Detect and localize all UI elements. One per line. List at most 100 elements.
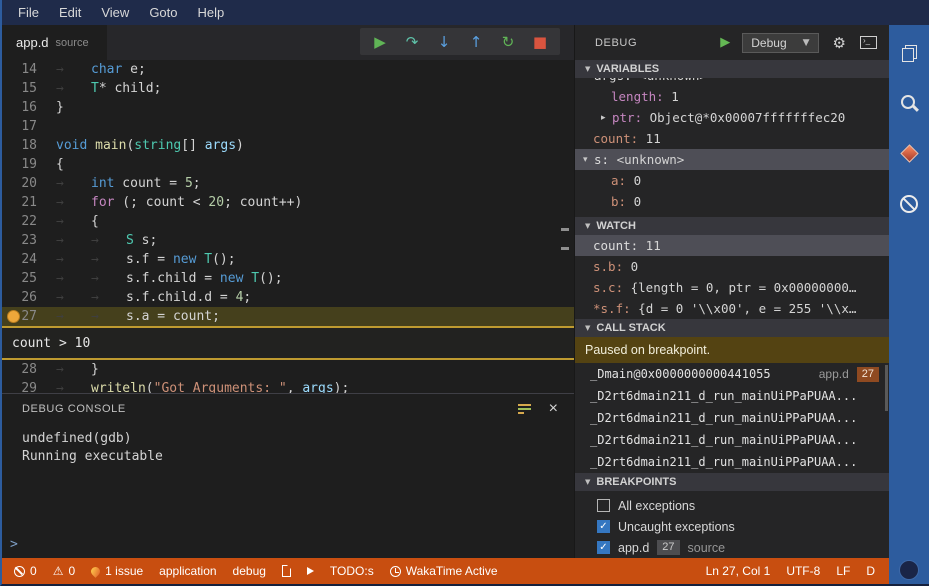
code-line[interactable]: 19 { <box>2 155 574 174</box>
code-line[interactable]: 17 <box>2 117 574 136</box>
variable-row[interactable]: ▾args: <unknown> <box>575 78 889 86</box>
statusbar-item[interactable]: application <box>151 558 224 584</box>
breakpoint-item[interactable]: All exceptions <box>575 495 889 516</box>
code-line[interactable]: 20 → int count = 5; <box>2 174 574 193</box>
line-number[interactable]: 20 <box>2 174 52 193</box>
debug-config-dropdown[interactable]: Debug ▼ <box>742 32 819 53</box>
code-area[interactable]: 14 → char e; 15 → T* child; 16} 17 18 void main(s… <box>2 60 574 393</box>
gem-icon[interactable] <box>899 144 919 163</box>
statusbar-item[interactable]: WakaTime Active <box>382 558 506 584</box>
repl-icon[interactable] <box>860 36 877 49</box>
filter-icon[interactable] <box>517 404 531 414</box>
variable-row[interactable]: b: 0 <box>575 191 889 212</box>
line-number[interactable]: 29 <box>2 379 52 393</box>
watch-section-header[interactable]: ▼ WATCH <box>575 217 889 235</box>
checkbox[interactable]: ✓ <box>597 520 610 533</box>
line-number[interactable]: 14 <box>2 60 52 79</box>
code-line[interactable]: 23 → → S s; <box>2 231 574 250</box>
line-number[interactable]: 22 <box>2 212 52 231</box>
breakpoints-section-header[interactable]: ▼ BREAKPOINTS <box>575 473 889 491</box>
statusbar-item[interactable]: TODO:s <box>322 558 382 584</box>
statusbar-item[interactable]: Ln 27, Col 1 <box>698 558 779 584</box>
chevron-down-icon[interactable]: ▾ <box>583 155 594 165</box>
statusbar-item[interactable]: LF <box>828 558 858 584</box>
code-line[interactable]: 14 → char e; <box>2 60 574 79</box>
chevron-down-icon[interactable]: ▾ <box>583 78 594 81</box>
search-icon[interactable] <box>900 95 918 112</box>
callstack-section-header[interactable]: ▼ CALL STACK <box>575 319 889 337</box>
variable-row[interactable]: length: 1 <box>575 86 889 107</box>
blocked-icon[interactable] <box>900 195 918 213</box>
breakpoint-condition-widget[interactable]: count > 10 <box>2 326 574 360</box>
status-circle-icon[interactable] <box>899 560 919 580</box>
variables-section-header[interactable]: ▼ VARIABLES <box>575 60 889 78</box>
close-icon[interactable]: × <box>549 401 558 417</box>
tab-app-d[interactable]: app.d source <box>2 25 107 60</box>
code-line[interactable]: 21 → for (; count < 20; count++) <box>2 193 574 212</box>
menu-item-help[interactable]: Help <box>188 2 235 23</box>
variable-row[interactable]: s.c: {length = 0, ptr = 0x00000000… <box>575 277 889 298</box>
variable-row[interactable]: count: 11 <box>575 235 889 256</box>
continue-icon[interactable]: ▶ <box>364 33 396 51</box>
code-line[interactable]: 27 → → s.a = count; <box>2 307 574 326</box>
files-icon[interactable] <box>901 45 917 62</box>
line-number[interactable]: 17 <box>2 117 52 136</box>
variable-row[interactable]: s.b: 0 <box>575 256 889 277</box>
scrollbar-thumb[interactable] <box>885 365 888 411</box>
statusbar-item[interactable]: UTF-8 <box>778 558 828 584</box>
line-number[interactable]: 28 <box>2 360 52 379</box>
line-number[interactable]: 26 <box>2 288 52 307</box>
line-number[interactable]: 16 <box>2 98 52 117</box>
statusbar-item[interactable] <box>274 558 299 584</box>
statusbar-item[interactable]: 0 <box>45 558 83 584</box>
checkbox[interactable]: ✓ <box>597 541 610 554</box>
line-number[interactable]: 25 <box>2 269 52 288</box>
statusbar-item[interactable] <box>299 558 322 584</box>
code-line[interactable]: 26 → → s.f.child.d = 4; <box>2 288 574 307</box>
variable-row[interactable]: ▾ s: <unknown> <box>575 149 889 170</box>
statusbar-item[interactable]: 0 <box>6 558 45 584</box>
gear-icon[interactable]: ⚙ <box>833 34 846 52</box>
menu-item-goto[interactable]: Goto <box>139 2 187 23</box>
stack-frame[interactable]: _D2rt6dmain211_d_run_mainUiPPaPUAA... <box>575 407 889 429</box>
menu-item-file[interactable]: File <box>8 2 49 23</box>
checkbox[interactable] <box>597 499 610 512</box>
step-out-icon[interactable]: ↑ <box>460 33 492 51</box>
code-line[interactable]: 29 → writeln("Got Arguments: ", args); <box>2 379 574 393</box>
code-line[interactable]: 16} <box>2 98 574 117</box>
statusbar-item[interactable]: 1 issue <box>83 558 151 584</box>
line-number[interactable]: 19 <box>2 155 52 174</box>
start-debugging-icon[interactable]: ▶ <box>720 35 730 50</box>
code-line[interactable]: 28 →} <box>2 360 574 379</box>
code-line[interactable]: 18 void main(string[] args) <box>2 136 574 155</box>
restart-icon[interactable]: ↻ <box>492 33 524 51</box>
line-number[interactable]: 15 <box>2 79 52 98</box>
stack-frame[interactable]: _D2rt6dmain211_d_run_mainUiPPaPUAA... <box>575 429 889 451</box>
line-number[interactable]: 23 <box>2 231 52 250</box>
variable-row[interactable]: ▸ ptr: Object@*0x00007fffffffec20 <box>575 107 889 128</box>
variable-row[interactable]: a: 0 <box>575 170 889 191</box>
step-into-icon[interactable]: ↓ <box>428 33 460 51</box>
menu-item-view[interactable]: View <box>91 2 139 23</box>
breakpoint-item[interactable]: ✓ app.d 27 source <box>575 537 889 558</box>
line-number[interactable]: 18 <box>2 136 52 155</box>
step-over-icon[interactable]: ↷ <box>396 33 428 51</box>
code-line[interactable]: 22 →{ <box>2 212 574 231</box>
code-line[interactable]: 15 → T* child; <box>2 79 574 98</box>
statusbar-item[interactable]: D <box>858 558 883 584</box>
stack-frame[interactable]: _D2rt6dmain211_d_run_mainUiPPaPUAA... <box>575 451 889 473</box>
line-number[interactable]: 24 <box>2 250 52 269</box>
console-prompt-input[interactable]: > <box>10 537 18 552</box>
breakpoint-item[interactable]: ✓ Uncaught exceptions <box>575 516 889 537</box>
code-line[interactable]: 25 → → s.f.child = new T(); <box>2 269 574 288</box>
code-line[interactable]: 24 → → s.f = new T(); <box>2 250 574 269</box>
stack-frame[interactable]: _Dmain@0x0000000000441055 app.d 27 <box>575 363 889 385</box>
line-number[interactable]: 21 <box>2 193 52 212</box>
variable-row[interactable]: *s.f: {d = 0 '\\x00', e = 255 '\\x… <box>575 298 889 319</box>
menu-item-edit[interactable]: Edit <box>49 2 91 23</box>
stack-frame[interactable]: _D2rt6dmain211_d_run_mainUiPPaPUAA... <box>575 385 889 407</box>
stop-icon[interactable]: ■ <box>524 33 556 51</box>
variable-row[interactable]: count: 11 <box>575 128 889 149</box>
chevron-right-icon[interactable]: ▸ <box>601 113 612 123</box>
statusbar-item[interactable]: debug <box>225 558 274 584</box>
